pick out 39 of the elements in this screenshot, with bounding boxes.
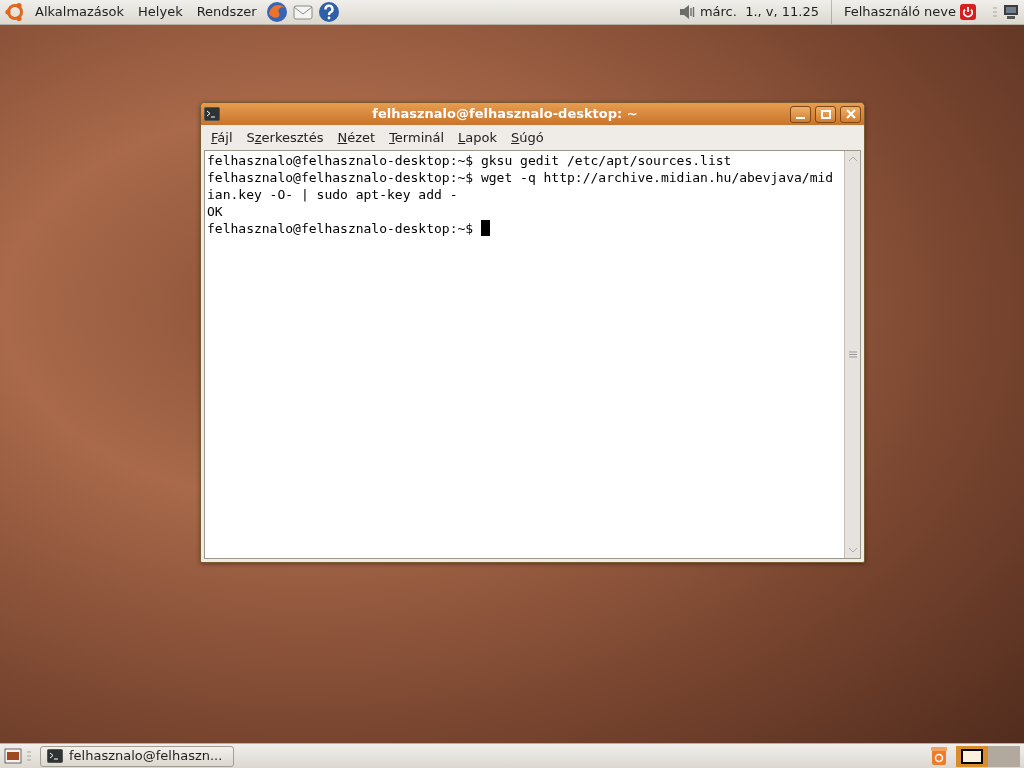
panel-menu[interactable]: Rendszer <box>191 2 262 22</box>
panel-menu[interactable]: Alkalmazások <box>30 2 130 22</box>
speaker-icon[interactable] <box>677 4 696 20</box>
user-name-text[interactable]: Felhasználó neve <box>844 2 956 22</box>
ubuntu-logo-icon[interactable] <box>4 1 26 23</box>
scroll-grip-icon[interactable] <box>848 351 857 358</box>
maximize-icon <box>820 109 831 119</box>
network-computer-icon[interactable] <box>1002 3 1020 21</box>
clock-text[interactable]: márc. 1., v, 11.25 <box>699 2 819 22</box>
help-icon[interactable] <box>317 1 340 23</box>
drag-handle-icon <box>992 5 998 19</box>
drag-handle-icon <box>26 749 32 763</box>
terminal-line: OK <box>207 203 223 220</box>
workspace-button[interactable] <box>956 745 988 767</box>
trash-icon[interactable] <box>930 746 948 766</box>
browser-globe-icon[interactable] <box>265 1 288 23</box>
terminal-line: felhasznalo@felhasznalo-desktop:~$ <box>207 220 490 237</box>
power-icon[interactable] <box>960 4 976 20</box>
menu-item[interactable]: Terminál <box>383 127 451 148</box>
menu-item[interactable]: Szerkesztés <box>240 127 330 148</box>
terminal-line: ian.key -O- | sudo apt-key add - <box>207 186 458 203</box>
terminal-line: felhasznalo@felhasznalo-desktop:~$ wget -q http://archive.midian.hu/abevjava/mid <box>207 169 834 186</box>
terminal-icon <box>204 107 220 121</box>
taskbar-button[interactable]: felhasznalo@felhaszn... <box>40 745 234 767</box>
scrollbar[interactable] <box>844 151 860 558</box>
menu-item[interactable]: Lapok <box>452 127 504 148</box>
minimize-icon <box>796 117 805 119</box>
window-title: felhasznalo@felhasznalo-desktop: ~ <box>371 105 639 124</box>
show-desktop-icon[interactable] <box>4 747 22 765</box>
close-icon <box>845 109 856 119</box>
menu-item[interactable]: Nézet <box>331 127 382 148</box>
menu-item[interactable]: Súgó <box>505 127 550 148</box>
minimize-button[interactable] <box>790 105 811 123</box>
terminal-line: felhasznalo@felhasznalo-desktop:~$ gksu gedit /etc/apt/sources.list <box>207 152 732 169</box>
close-button[interactable] <box>840 105 861 123</box>
maximize-button[interactable] <box>815 105 836 123</box>
menu-item[interactable]: Fájl <box>205 127 239 148</box>
terminal-icon <box>47 749 63 763</box>
panel-menu[interactable]: Helyek <box>133 2 188 22</box>
